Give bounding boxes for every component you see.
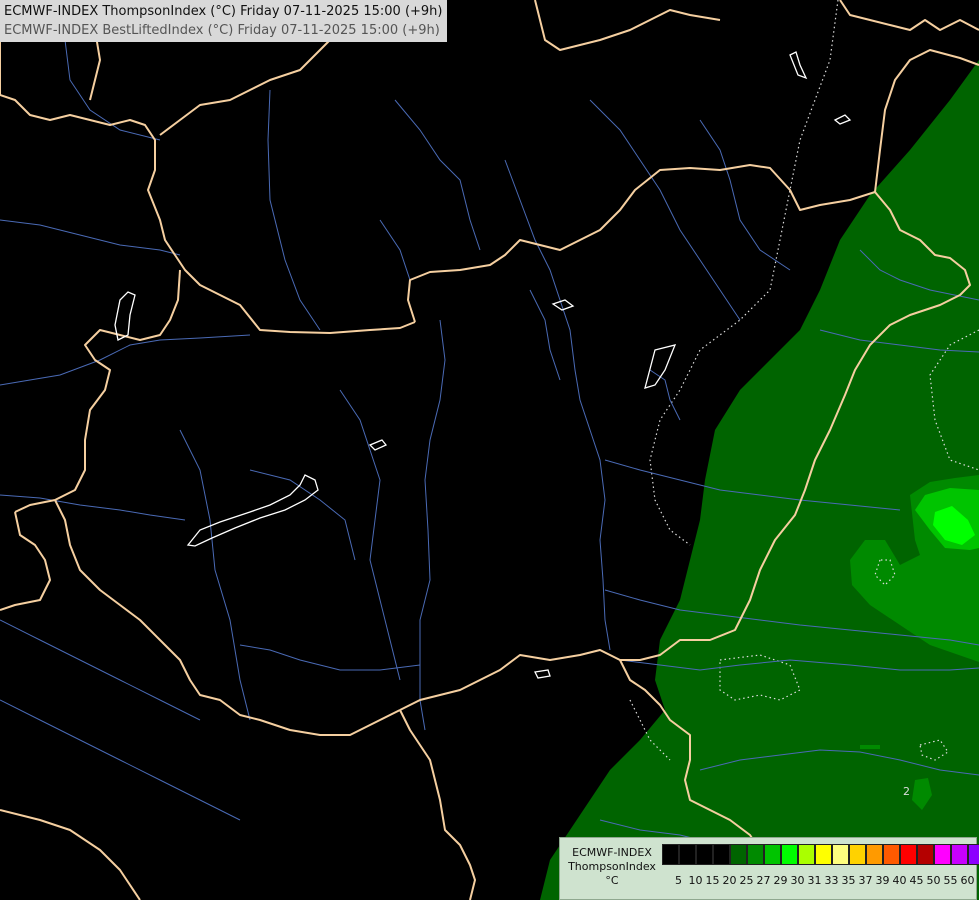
lake-small-3 — [833, 114, 852, 125]
legend-tick-label: 31 — [807, 874, 822, 887]
title-line-lifted: ECMWF-INDEX BestLiftedIndex (°C) Friday … — [4, 23, 440, 38]
lake-small-2 — [789, 51, 808, 80]
legend-swatch — [764, 844, 781, 865]
legend-swatch — [679, 844, 696, 865]
title-line-thompson: ECMWF-INDEX ThompsonIndex (°C) Friday 07… — [4, 4, 443, 19]
index-area-20-25 — [540, 60, 979, 900]
legend-swatch — [917, 844, 934, 865]
legend-tick-label: 15 — [705, 874, 720, 887]
legend-tick-label: 29 — [773, 874, 788, 887]
index-spot-small — [860, 745, 880, 749]
lake-neusiedl — [114, 291, 136, 341]
legend-swatch — [815, 844, 832, 865]
map-title: ECMWF-INDEX ThompsonIndex (°C) Friday 07… — [0, 0, 447, 42]
legend-caption-model: ECMWF-INDEX — [572, 846, 652, 859]
legend-swatch — [662, 844, 679, 865]
legend-swatch — [781, 844, 798, 865]
legend-swatch — [968, 844, 979, 865]
legend-swatch — [900, 844, 917, 865]
contour-label: 2 — [903, 785, 910, 798]
legend-swatch — [730, 844, 747, 865]
legend-tick-label: 33 — [824, 874, 839, 887]
legend-swatch — [934, 844, 951, 865]
legend-tick-label: 25 — [739, 874, 754, 887]
legend-swatches — [662, 844, 979, 865]
legend-tick-label: 30 — [790, 874, 805, 887]
map-canvas: 2 — [0, 0, 979, 900]
legend-swatch — [696, 844, 713, 865]
color-legend: ECMWF-INDEX ThompsonIndex °C 5 10 15 20 25 27… — [559, 837, 979, 900]
legend-swatch — [883, 844, 900, 865]
lake-small-1 — [368, 439, 388, 451]
legend-tick-label: 50 — [926, 874, 941, 887]
lake-balaton — [186, 474, 319, 547]
legend-tick-label: 10 — [688, 874, 703, 887]
legend-caption-unit: °C — [605, 874, 619, 887]
legend-tick-label: 20 — [722, 874, 737, 887]
lake-small-6 — [534, 669, 551, 679]
legend-swatch — [798, 844, 815, 865]
legend-swatch — [713, 844, 730, 865]
legend-swatch — [849, 844, 866, 865]
legend-tick-label: 55 — [943, 874, 958, 887]
legend-caption-param: ThompsonIndex — [568, 860, 656, 873]
legend-swatch — [951, 844, 968, 865]
lake-small-4 — [644, 344, 677, 389]
legend-tick-label: 37 — [858, 874, 873, 887]
legend-swatch — [832, 844, 849, 865]
legend-tick-label: 39 — [875, 874, 890, 887]
legend-tick-label: 60 — [960, 874, 975, 887]
legend-caption: ECMWF-INDEX ThompsonIndex °C — [562, 846, 662, 888]
legend-tick-label: 45 — [909, 874, 924, 887]
legend-swatch — [866, 844, 883, 865]
legend-tick-label: 5 — [675, 874, 682, 887]
legend-tick-label: 35 — [841, 874, 856, 887]
legend-tick-label: 40 — [892, 874, 907, 887]
legend-tick-label: 27 — [756, 874, 771, 887]
legend-swatch — [747, 844, 764, 865]
legend-ticks: 5 10 15 20 25 27 29 30 31 33 35 37 39 40 45 50 55 60 — [670, 874, 976, 888]
weather-map: 2 ECMWF-INDEX ThompsonIndex (°C) Friday … — [0, 0, 979, 900]
